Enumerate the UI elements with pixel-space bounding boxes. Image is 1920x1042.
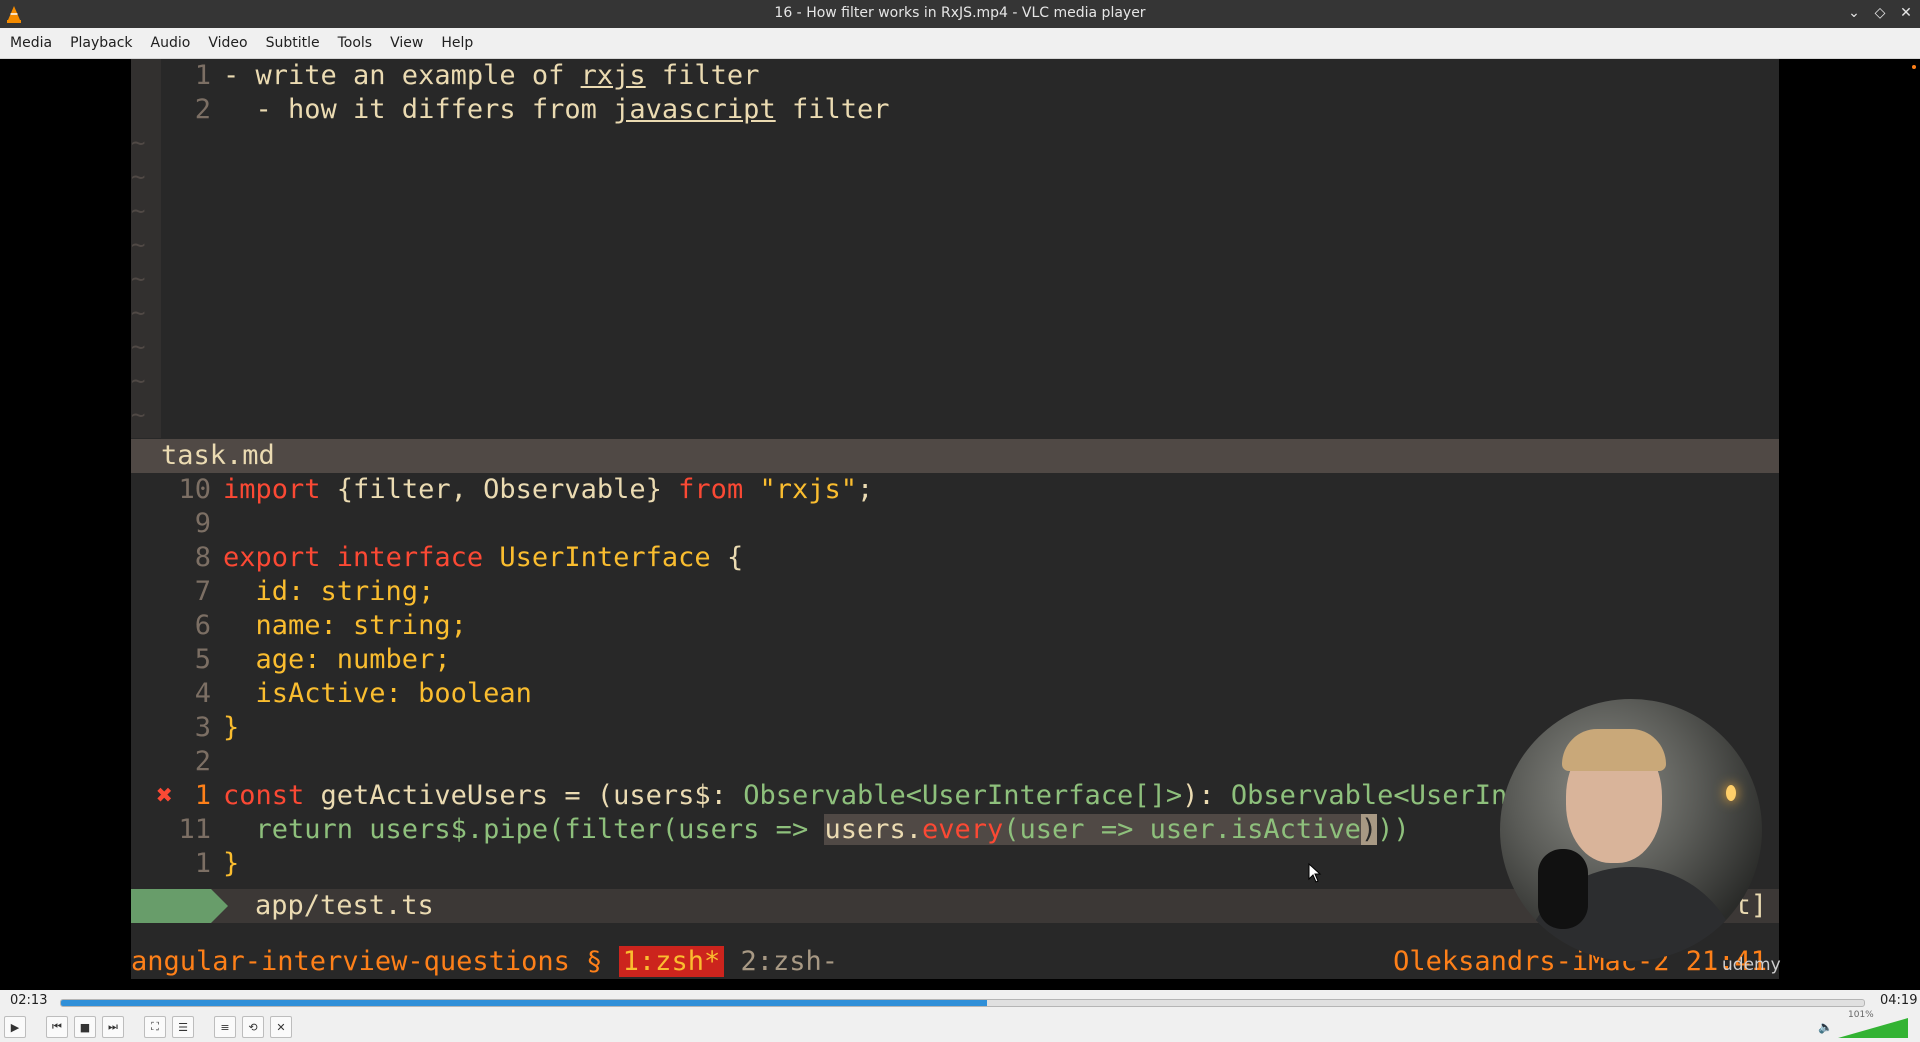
- video-surface[interactable]: 1- write an example of rxjs filter 2 - h…: [0, 59, 1920, 990]
- webcam-overlay: [1500, 699, 1762, 961]
- tmux-window: 2:zsh-: [724, 946, 839, 977]
- code-line-import: 10 import {filter, Observable} from "rxjs…: [178, 474, 874, 505]
- empty-line-marker: ~: [131, 401, 146, 429]
- task-filename: task.md: [161, 440, 275, 471]
- empty-line-marker: ~: [131, 129, 146, 157]
- maximize-button[interactable]: ◇: [1872, 4, 1888, 22]
- empty-line-marker: ~: [131, 367, 146, 395]
- code-line-return: 11 return users$.pipe(filter(users => us…: [178, 814, 1410, 845]
- udemy-watermark: udemy: [1722, 955, 1781, 975]
- code-line-interface: 8 export interface UserInterface {: [194, 542, 744, 573]
- empty-line-marker: ~: [131, 299, 146, 327]
- volume-slider[interactable]: [1838, 1018, 1908, 1038]
- title-bar: 16 - How filter works in RxJS.mp4 - VLC …: [0, 0, 1920, 28]
- task-statusline: task.md: [131, 439, 1779, 473]
- code-line-close-brace: 3}: [194, 712, 240, 743]
- speaker-icon[interactable]: 🔈: [1818, 1020, 1833, 1034]
- task-line-2: 2 - how it differs from javascript filte…: [194, 94, 890, 125]
- previous-button[interactable]: ⏮: [46, 1016, 68, 1038]
- code-line-id: 7 id: string;: [194, 576, 435, 607]
- seek-progress: [61, 1000, 987, 1006]
- task-line-1: 1- write an example of rxjs filter: [194, 60, 760, 91]
- code-line-blank: 9: [194, 508, 211, 539]
- elapsed-time: 02:13: [10, 993, 48, 1008]
- microphone-icon: [1538, 849, 1588, 929]
- presenter-hair: [1562, 729, 1666, 771]
- menu-playback[interactable]: Playback: [62, 35, 140, 51]
- play-button[interactable]: ▶: [4, 1016, 26, 1038]
- code-filename: app/test.ts: [255, 890, 434, 921]
- visual-selection: users.every(user => user.isActive): [824, 814, 1378, 845]
- text-cursor: ): [1360, 814, 1378, 845]
- mouse-pointer-icon: [1308, 863, 1322, 883]
- candle-light: [1726, 785, 1736, 801]
- scroll-indicator: [1912, 65, 1916, 69]
- window-title: 16 - How filter works in RxJS.mp4 - VLC …: [774, 5, 1146, 21]
- extended-settings-button[interactable]: ☰: [172, 1016, 194, 1038]
- volume-level: 101%: [1848, 1010, 1874, 1020]
- minimize-button[interactable]: ⌄: [1846, 4, 1862, 22]
- code-line-const: ✖ 1 const getActiveUsers = (users$: Observ…: [131, 779, 1556, 813]
- code-line-name: 6 name: string;: [194, 610, 467, 641]
- code-line-blank-2: 2: [194, 746, 211, 777]
- close-button[interactable]: ✕: [1898, 4, 1914, 22]
- shuffle-button[interactable]: ✕: [270, 1016, 292, 1038]
- menu-audio[interactable]: Audio: [143, 35, 199, 51]
- empty-line-marker: ~: [131, 163, 146, 191]
- empty-line-marker: ~: [131, 333, 146, 361]
- playback-buttons: ▶ ⏮ ■ ⏭ ⛶ ☰ ≡ ⟲ ✕: [4, 1016, 292, 1038]
- fullscreen-button[interactable]: ⛶: [144, 1016, 166, 1038]
- total-time: 04:19: [1880, 993, 1918, 1008]
- loop-button[interactable]: ⟲: [242, 1016, 264, 1038]
- empty-line-marker: ~: [131, 197, 146, 225]
- menu-video[interactable]: Video: [200, 35, 255, 51]
- mode-separator-icon: [211, 889, 228, 923]
- menu-subtitle[interactable]: Subtitle: [258, 35, 328, 51]
- error-sign-icon: ✖: [156, 780, 173, 811]
- current-line-number: ✖ 1: [156, 780, 211, 811]
- mode-indicator: [131, 889, 211, 923]
- window-controls: ⌄ ◇ ✕: [1846, 4, 1914, 22]
- empty-line-marker: ~: [131, 265, 146, 293]
- tmux-session: angular-interview-questions §: [131, 946, 619, 977]
- menu-tools[interactable]: Tools: [330, 35, 381, 51]
- menu-view[interactable]: View: [382, 35, 431, 51]
- code-line-isactive: 4 isActive: boolean: [194, 678, 532, 709]
- code-line-end: 1}: [194, 848, 240, 879]
- menu-help[interactable]: Help: [433, 35, 481, 51]
- menu-media[interactable]: Media: [2, 35, 60, 51]
- stop-button[interactable]: ■: [74, 1016, 96, 1038]
- player-controls: 02:13 04:19 ▶ ⏮ ■ ⏭ ⛶ ☰ ≡ ⟲ ✕ 🔈 101%: [0, 990, 1920, 1042]
- next-button[interactable]: ⏭: [102, 1016, 124, 1038]
- menu-bar: Media Playback Audio Video Subtitle Tool…: [0, 28, 1920, 59]
- seek-slider[interactable]: [60, 999, 1865, 1007]
- tmux-window-active: 1:zsh*: [618, 946, 725, 977]
- empty-line-marker: ~: [131, 231, 146, 259]
- code-line-age: 5 age: number;: [194, 644, 451, 675]
- playlist-button[interactable]: ≡: [214, 1016, 236, 1038]
